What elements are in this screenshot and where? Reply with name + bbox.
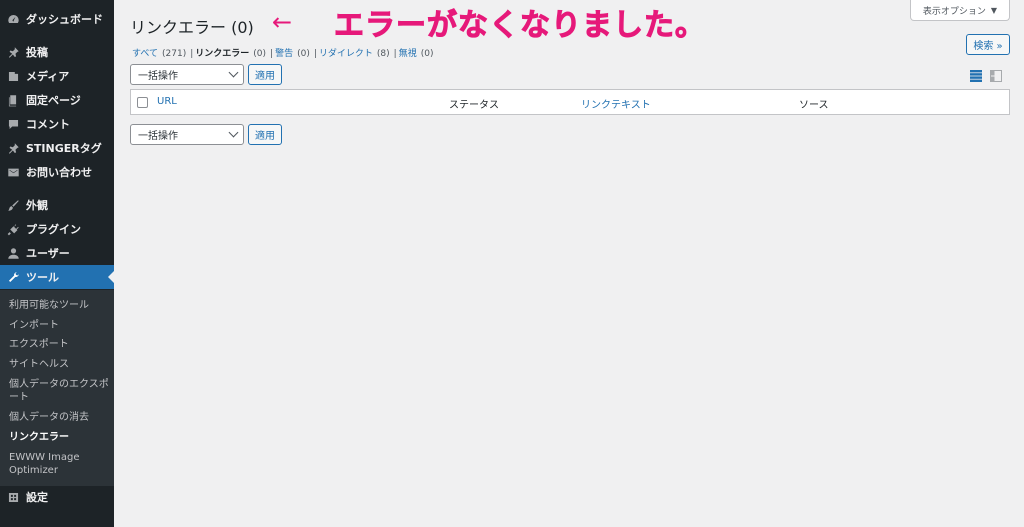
admin-sidebar: ダッシュボード 投稿 メディア 固定ページ コメント STINGERタグ お問い… <box>0 0 114 527</box>
list-view-icon[interactable] <box>970 70 982 82</box>
sidebar-item-comments[interactable]: コメント <box>0 112 114 136</box>
filter-count: (0) <box>420 49 434 59</box>
pin-icon <box>0 46 26 59</box>
filter-separator: | <box>393 49 397 59</box>
pin-icon <box>0 142 26 155</box>
bulk-action-select-bottom[interactable]: 一括操作 <box>130 124 244 145</box>
tools-submenu: 利用可能なツール インポート エクスポート サイトヘルス 個人データのエクスポー… <box>0 290 114 486</box>
submenu-item-import[interactable]: インポート <box>9 319 109 332</box>
search-button[interactable]: 検索 » <box>966 34 1010 55</box>
sidebar-item-label: 投稿 <box>26 46 48 59</box>
comment-icon <box>0 118 26 131</box>
filter-broken-links[interactable]: リンクエラー <box>195 49 249 59</box>
sidebar-item-label: 固定ページ <box>26 94 81 107</box>
submenu-item-broken-links[interactable]: リンクエラー <box>9 431 109 444</box>
links-table-header: URL ステータス リンクテキスト ソース <box>130 89 1010 115</box>
caret-down-icon: ▼ <box>990 5 998 15</box>
filter-count: (0) <box>253 49 267 59</box>
bulk-action-label: 一括操作 <box>138 71 178 82</box>
sidebar-item-settings[interactable]: 設定 <box>0 485 114 509</box>
submenu-item-available-tools[interactable]: 利用可能なツール <box>9 299 109 312</box>
filter-dismissed[interactable]: 無視 <box>399 49 417 59</box>
sidebar-item-plugins[interactable]: プラグイン <box>0 217 114 241</box>
screen-options-button[interactable]: 表示オプション ▼ <box>910 0 1010 21</box>
dashboard-icon <box>0 13 26 26</box>
screen-options-label: 表示オプション <box>922 6 986 17</box>
sidebar-item-label: ユーザー <box>26 247 70 260</box>
apply-button-top[interactable]: 適用 <box>248 64 282 85</box>
page-icon <box>0 94 26 107</box>
filter-separator: | <box>190 49 194 59</box>
brush-icon <box>0 199 26 212</box>
submenu-item-ewww-image-optimizer[interactable]: EWWW Image Optimizer <box>9 451 89 477</box>
submenu-item-export-personal-data[interactable]: 個人データのエクスポート <box>9 378 109 404</box>
column-status: ステータス <box>449 100 499 111</box>
sidebar-item-label: 外観 <box>26 199 48 212</box>
annotation-arrow: ← <box>272 8 293 36</box>
filter-separator: | <box>313 49 317 59</box>
sidebar-item-label: コメント <box>26 118 70 131</box>
filter-warnings[interactable]: 警告 <box>275 49 293 59</box>
chevron-down-icon <box>228 127 239 138</box>
filter-all[interactable]: すべて <box>132 49 158 59</box>
submenu-item-erase-personal-data[interactable]: 個人データの消去 <box>9 411 109 424</box>
sidebar-item-media[interactable]: メディア <box>0 64 114 88</box>
user-icon <box>0 247 26 260</box>
wrench-icon <box>0 271 26 284</box>
apply-button-bottom[interactable]: 適用 <box>248 124 282 145</box>
sidebar-item-contact[interactable]: お問い合わせ <box>0 160 114 184</box>
bulk-action-label: 一括操作 <box>138 131 178 142</box>
settings-icon <box>0 491 26 504</box>
sidebar-item-stinger-tags[interactable]: STINGERタグ <box>0 136 114 160</box>
sidebar-item-users[interactable]: ユーザー <box>0 241 114 265</box>
sidebar-item-posts[interactable]: 投稿 <box>0 40 114 64</box>
select-all-checkbox[interactable] <box>137 97 148 108</box>
plugin-icon <box>0 223 26 236</box>
sidebar-item-label: プラグイン <box>26 223 81 236</box>
status-filters: すべて (271) | リンクエラー (0) | 警告 (0) | リダイレクト (8) | 無視 (0) <box>132 46 435 59</box>
chevron-down-icon <box>228 67 239 78</box>
page-title: リンクエラー (0) <box>130 18 254 37</box>
sidebar-item-dashboard[interactable]: ダッシュボード <box>0 7 114 31</box>
sidebar-item-tools[interactable]: ツール <box>0 265 114 289</box>
sidebar-item-label: ツール <box>26 271 59 284</box>
sidebar-item-label: メディア <box>26 70 70 83</box>
mail-icon <box>0 166 26 179</box>
excerpt-view-icon[interactable] <box>990 70 1002 82</box>
submenu-item-site-health[interactable]: サイトヘルス <box>9 358 109 371</box>
column-url[interactable]: URL <box>157 96 177 107</box>
filter-count: (8) <box>376 49 390 59</box>
filter-count: (0) <box>297 49 310 59</box>
sidebar-item-label: 設定 <box>26 491 48 504</box>
column-source: ソース <box>799 100 829 111</box>
filter-redirects[interactable]: リダイレクト <box>319 49 373 59</box>
annotation-text: エラーがなくなりました。 <box>334 8 706 44</box>
column-link-text[interactable]: リンクテキスト <box>581 96 651 111</box>
filter-separator: | <box>270 49 274 59</box>
sidebar-item-appearance[interactable]: 外観 <box>0 193 114 217</box>
sidebar-item-label: ダッシュボード <box>26 13 103 26</box>
bulk-action-select-top[interactable]: 一括操作 <box>130 64 244 85</box>
sidebar-item-label: お問い合わせ <box>26 166 92 179</box>
sidebar-item-label: STINGERタグ <box>26 142 102 155</box>
sidebar-item-pages[interactable]: 固定ページ <box>0 88 114 112</box>
media-icon <box>0 70 26 83</box>
filter-count: (271) <box>162 49 187 59</box>
submenu-item-export[interactable]: エクスポート <box>9 338 109 351</box>
